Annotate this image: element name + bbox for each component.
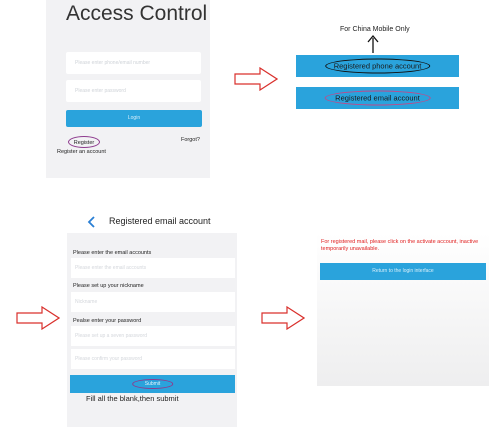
password-input[interactable]: Please set up a seven password xyxy=(71,326,235,346)
nickname-label: Please set up your nickname xyxy=(73,283,144,289)
forgot-link[interactable]: Forgot? xyxy=(181,137,200,143)
password-label: Pealse enter your password xyxy=(73,318,142,324)
up-arrow-icon xyxy=(367,34,379,53)
submit-button[interactable]: Submit xyxy=(70,375,235,393)
right-arrow-icon xyxy=(234,67,278,91)
header-bar: Registered email account xyxy=(67,211,237,233)
registered-email-account-button[interactable]: Registered email account xyxy=(296,87,459,109)
china-mobile-note: For China Mobile Only xyxy=(340,26,410,33)
submit-label: Submit xyxy=(131,379,174,389)
login-button[interactable]: Login xyxy=(66,110,202,127)
email-input[interactable]: Please enter the email accounts xyxy=(71,258,235,278)
email-label: Please enter the email accounts xyxy=(73,250,152,256)
register-hint: Register an account xyxy=(57,149,106,155)
page-title: Registered email account xyxy=(109,216,211,226)
login-screen: Access Control Please enter phone/email … xyxy=(46,0,210,178)
right-arrow-icon xyxy=(16,306,60,330)
back-icon[interactable] xyxy=(87,216,96,228)
app-title: Access Control xyxy=(66,2,208,25)
password-input[interactable]: Please enter password xyxy=(66,80,201,102)
phone-account-label: Registered phone account xyxy=(324,58,431,74)
confirm-password-input[interactable]: Please confirm your password xyxy=(71,349,235,369)
activation-message: For registered mail, please click on the… xyxy=(321,239,479,252)
activation-notice-screen: For registered mail, please click on the… xyxy=(317,233,489,386)
return-to-login-button[interactable]: Return to the login interface xyxy=(320,263,486,280)
phone-email-input[interactable]: Please enter phone/email number xyxy=(66,52,201,74)
register-link[interactable]: Register xyxy=(68,136,100,148)
fill-instruction: Fill all the blank,then submit xyxy=(86,394,179,403)
email-account-label: Registered email account xyxy=(324,90,431,106)
email-registration-screen: Registered email account Please enter th… xyxy=(67,211,237,427)
registered-phone-account-button[interactable]: Registered phone account xyxy=(296,55,459,77)
right-arrow-icon xyxy=(261,306,305,330)
nickname-input[interactable]: Nickname xyxy=(71,292,235,312)
